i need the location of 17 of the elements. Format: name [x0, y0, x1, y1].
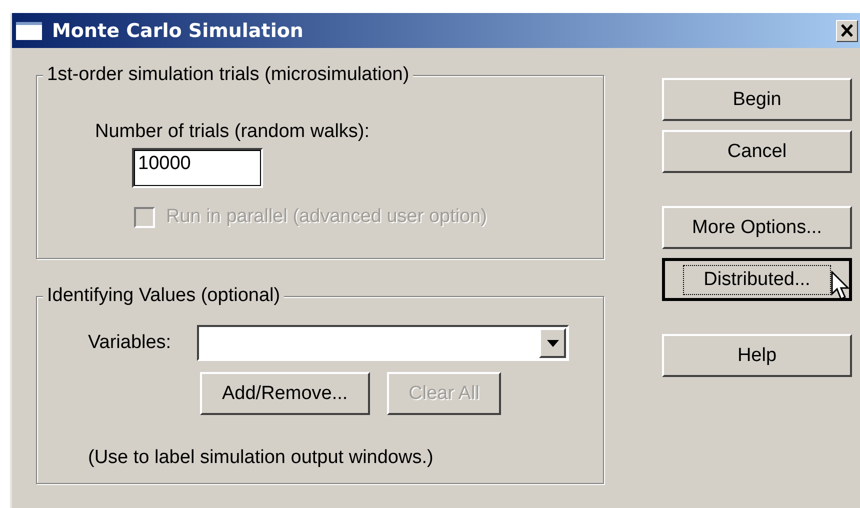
field-label: Variables: [88, 332, 172, 354]
hint-text: (Use to label simulation output windows.) [88, 447, 434, 469]
dialog-button[interactable]: Distributed... [662, 258, 852, 301]
close-icon [840, 24, 854, 37]
dialog-button[interactable]: Cancel [662, 130, 852, 173]
group-title: 1st-order simulation trials (microsimulation) [43, 64, 414, 86]
trials-input[interactable]: 10000 [132, 148, 263, 188]
field-label: Number of trials (random walks): [95, 120, 371, 144]
dialog-button[interactable]: Begin [662, 78, 852, 121]
window-icon [16, 22, 42, 40]
variables-dropdown[interactable] [197, 325, 569, 361]
window-title: Monte Carlo Simulation [52, 20, 304, 42]
close-button[interactable] [836, 20, 858, 42]
dialog-button[interactable]: Help [662, 334, 852, 377]
dialog-button[interactable]: More Options... [662, 206, 852, 249]
add-remove-button[interactable]: Add/Remove... [200, 372, 370, 415]
group-title: Identifying Values (optional) [43, 285, 284, 307]
